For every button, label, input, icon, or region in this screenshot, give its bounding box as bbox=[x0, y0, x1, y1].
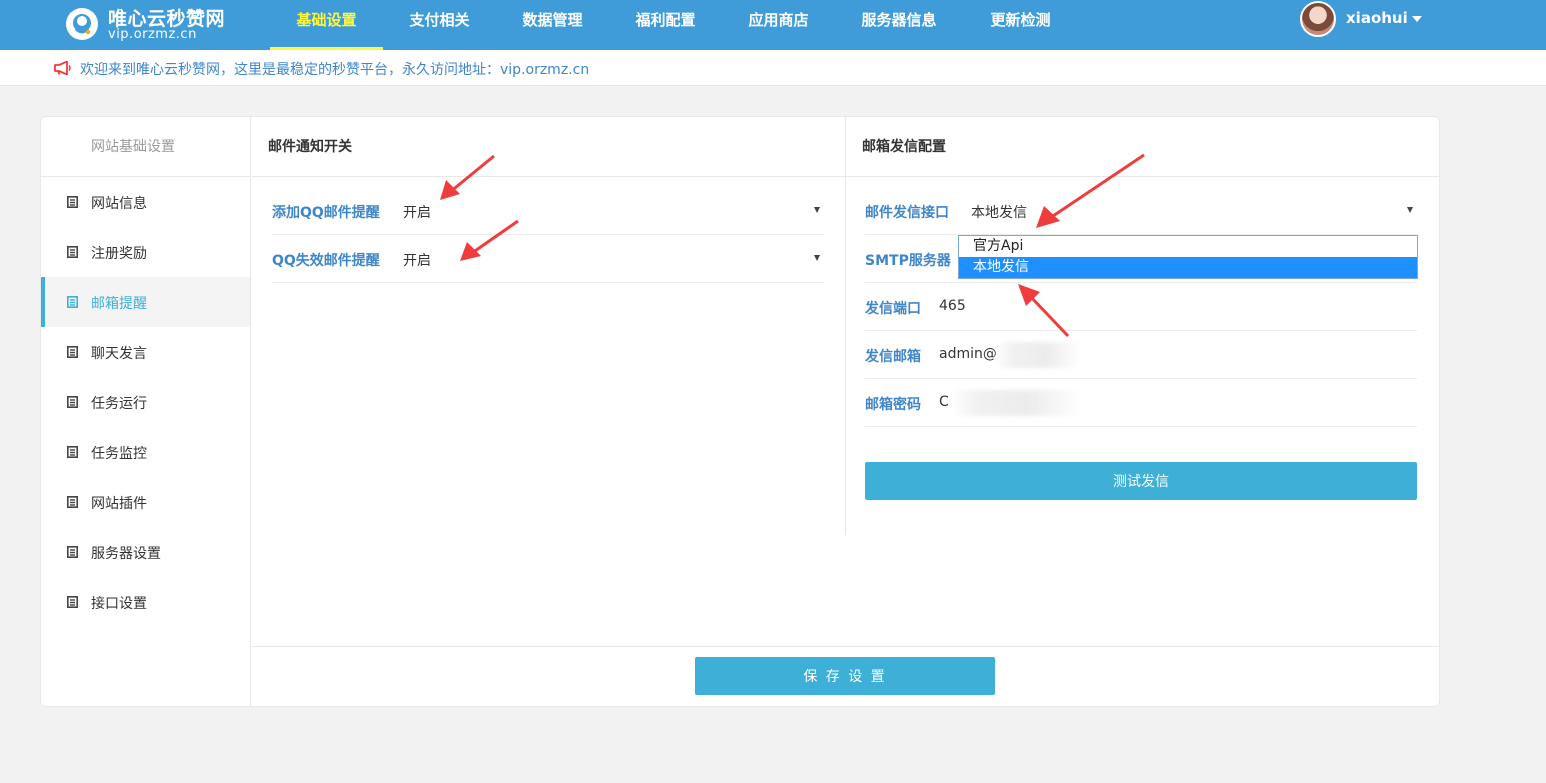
sidebar-item-email-alert[interactable]: 邮箱提醒 bbox=[41, 277, 250, 327]
document-icon bbox=[67, 496, 78, 512]
field-label: 发信端口 bbox=[865, 301, 921, 317]
logo-icon bbox=[66, 8, 98, 40]
nav-server-info[interactable]: 服务器信息 bbox=[845, 0, 953, 50]
announcement-text: 欢迎来到唯心云秒赞网，这里是最稳定的秒赞平台，永久访问地址：vip.orzmz.… bbox=[80, 62, 590, 78]
document-icon bbox=[67, 396, 78, 412]
username: xiaohui bbox=[1346, 9, 1408, 27]
panel-divider bbox=[845, 117, 846, 535]
user-menu[interactable]: xiaohui bbox=[1300, 1, 1440, 39]
sidebar-title: 网站基础设置 bbox=[41, 117, 250, 177]
document-icon bbox=[67, 346, 78, 362]
sidebar-item-label: 网站插件 bbox=[91, 496, 147, 512]
site-url: vip.orzmz.cn bbox=[108, 27, 197, 42]
add-qq-email-alert-select[interactable]: 添加QQ邮件提醒 开启 bbox=[272, 187, 824, 235]
qq-invalid-email-alert-select[interactable]: QQ失效邮件提醒 开启 bbox=[272, 235, 824, 283]
field-label: 邮箱密码 bbox=[865, 397, 921, 413]
test-send-button[interactable]: 测试发信 bbox=[865, 462, 1417, 500]
sidebar-item-label: 任务监控 bbox=[91, 446, 147, 462]
save-settings-button[interactable]: 保 存 设 置 bbox=[695, 657, 995, 695]
send-port-input[interactable]: 发信端口 465 bbox=[865, 283, 1417, 331]
settings-card: 网站基础设置 网站信息 注册奖励 邮箱提醒 聊天发言 任务运行 任务监控 网站插… bbox=[40, 116, 1440, 707]
sidebar-item-label: 服务器设置 bbox=[91, 546, 161, 562]
redaction-blur bbox=[995, 342, 1081, 368]
notify-panel-title: 邮件通知开关 bbox=[252, 117, 845, 177]
field-value: 465 bbox=[939, 298, 966, 314]
redaction-blur bbox=[951, 390, 1081, 416]
document-icon bbox=[67, 196, 78, 212]
caret-down-icon bbox=[1407, 207, 1413, 213]
chevron-down-icon bbox=[1412, 16, 1422, 22]
annotation-arrow-icon bbox=[1036, 153, 1145, 228]
dropdown-option-official-api[interactable]: 官方Api bbox=[959, 236, 1417, 257]
annotation-arrow-icon bbox=[440, 154, 495, 200]
sidebar-item-label: 聊天发言 bbox=[91, 346, 147, 362]
sidebar-item-task-monitor[interactable]: 任务监控 bbox=[41, 427, 250, 477]
nav-payment[interactable]: 支付相关 bbox=[392, 0, 487, 50]
megaphone-icon bbox=[54, 60, 72, 79]
settings-sidebar: 网站基础设置 网站信息 注册奖励 邮箱提醒 聊天发言 任务运行 任务监控 网站插… bbox=[41, 117, 251, 706]
site-logo[interactable]: 唯心云秒赞网 vip.orzmz.cn bbox=[66, 4, 266, 46]
field-value: 开启 bbox=[403, 253, 431, 269]
nav-data-management[interactable]: 数据管理 bbox=[505, 0, 600, 50]
sidebar-item-label: 接口设置 bbox=[91, 596, 147, 612]
top-navigation: 唯心云秒赞网 vip.orzmz.cn 基础设置 支付相关 数据管理 福利配置 … bbox=[0, 0, 1546, 50]
field-value: 开启 bbox=[403, 205, 431, 221]
sidebar-item-site-info[interactable]: 网站信息 bbox=[41, 177, 250, 227]
email-password-input[interactable]: 邮箱密码 C bbox=[865, 379, 1417, 427]
avatar bbox=[1300, 1, 1336, 37]
annotation-arrow-icon bbox=[460, 219, 519, 261]
sidebar-item-label: 网站信息 bbox=[91, 196, 147, 212]
document-icon bbox=[67, 446, 78, 462]
field-value: 本地发信 bbox=[971, 205, 1027, 221]
caret-down-icon bbox=[814, 207, 820, 213]
field-label: 邮件发信接口 bbox=[865, 205, 949, 221]
send-email-input[interactable]: 发信邮箱 admin@ bbox=[865, 331, 1417, 379]
document-icon bbox=[67, 296, 78, 312]
sidebar-item-label: 任务运行 bbox=[91, 396, 147, 412]
document-icon bbox=[67, 596, 78, 612]
annotation-arrow-icon bbox=[1018, 284, 1070, 338]
document-icon bbox=[67, 546, 78, 562]
nav-basic-settings[interactable]: 基础设置 bbox=[270, 0, 383, 50]
footer-divider bbox=[252, 646, 1439, 647]
sidebar-item-plugins[interactable]: 网站插件 bbox=[41, 477, 250, 527]
sidebar-item-register-reward[interactable]: 注册奖励 bbox=[41, 227, 250, 277]
dropdown-option-local-send[interactable]: 本地发信 bbox=[959, 257, 1417, 278]
sidebar-item-label: 注册奖励 bbox=[91, 246, 147, 262]
sidebar-item-task-run[interactable]: 任务运行 bbox=[41, 377, 250, 427]
sidebar-item-server-settings[interactable]: 服务器设置 bbox=[41, 527, 250, 577]
nav-app-store[interactable]: 应用商店 bbox=[731, 0, 826, 50]
sidebar-item-chat[interactable]: 聊天发言 bbox=[41, 327, 250, 377]
field-label: 发信邮箱 bbox=[865, 349, 921, 365]
nav-update-check[interactable]: 更新检测 bbox=[973, 0, 1068, 50]
sidebar-item-label: 邮箱提醒 bbox=[91, 296, 147, 312]
field-value: C bbox=[939, 394, 949, 410]
mail-interface-dropdown[interactable]: 官方Api 本地发信 bbox=[958, 235, 1418, 279]
caret-down-icon bbox=[814, 255, 820, 261]
document-icon bbox=[67, 246, 78, 262]
field-value: admin@ bbox=[939, 346, 997, 362]
field-label: SMTP服务器 bbox=[865, 253, 951, 269]
announcement-bar: 欢迎来到唯心云秒赞网，这里是最稳定的秒赞平台，永久访问地址：vip.orzmz.… bbox=[0, 50, 1546, 86]
field-label: QQ失效邮件提醒 bbox=[272, 253, 380, 269]
field-label: 添加QQ邮件提醒 bbox=[272, 205, 380, 221]
nav-benefits[interactable]: 福利配置 bbox=[618, 0, 713, 50]
sidebar-item-api-settings[interactable]: 接口设置 bbox=[41, 577, 250, 627]
